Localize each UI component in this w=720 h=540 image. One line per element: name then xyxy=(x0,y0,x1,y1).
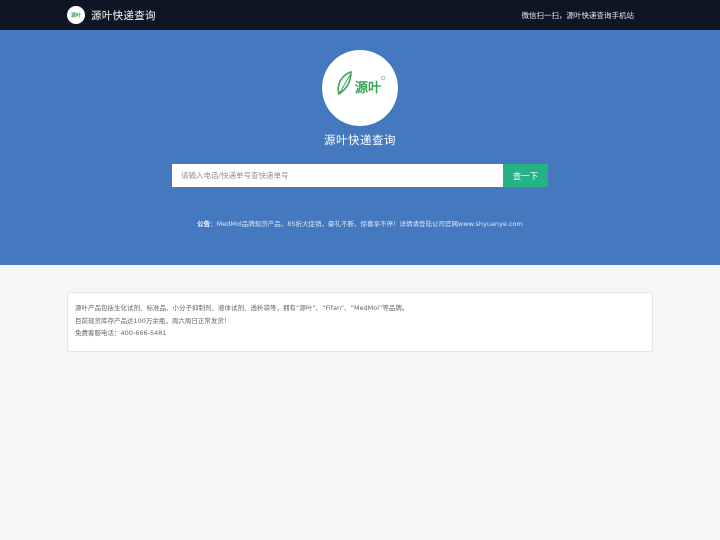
brand-logo-text: 源叶 xyxy=(70,12,81,19)
mobile-site-link[interactable]: 微信扫一扫，源叶快递查询手机站 xyxy=(522,10,635,21)
hero-logo: 源叶 xyxy=(322,50,398,126)
search-button[interactable]: 查一下 xyxy=(503,164,548,187)
info-line: 目前现货库存产品达100万余瓶，周六周日正常发货！ xyxy=(75,316,231,325)
brand-logo-icon: 源叶 xyxy=(67,6,85,24)
info-line: 免费客服电话：400-666-5481 xyxy=(75,329,167,337)
announcement-label: 公告 xyxy=(197,220,211,228)
leaf-logo-icon: 源叶 xyxy=(337,70,386,96)
search-hero: 源叶 源叶快递查询 查一下 公告：MedMol品牌现货产品，85折大促销，豪礼不… xyxy=(0,30,720,265)
tracking-search-input[interactable] xyxy=(172,164,503,187)
hero-logo-text: 源叶 xyxy=(355,80,381,96)
brand-link[interactable]: 源叶 源叶快递查询 xyxy=(67,5,156,25)
announcement-text: ：MedMol品牌现货产品，85折大促销，豪礼不断，惊喜享不停！详情请登陆公司官… xyxy=(210,220,523,228)
registered-mark-icon xyxy=(380,75,386,81)
info-panel: 源叶产品包括生化试剂、标准品、小分子抑制剂、液体试剂、透析袋等，拥有“源叶”、“… xyxy=(67,292,653,352)
brand-title: 源叶快递查询 xyxy=(91,9,156,22)
info-line: 源叶产品包括生化试剂、标准品、小分子抑制剂、液体试剂、透析袋等，拥有“源叶”、“… xyxy=(75,304,409,312)
hero-title: 源叶快递查询 xyxy=(324,133,396,147)
top-navbar: 源叶 源叶快递查询 微信扫一扫，源叶快递查询手机站 xyxy=(0,0,720,30)
announcement: 公告：MedMol品牌现货产品，85折大促销，豪礼不断，惊喜享不停！详情请登陆公… xyxy=(0,218,720,228)
